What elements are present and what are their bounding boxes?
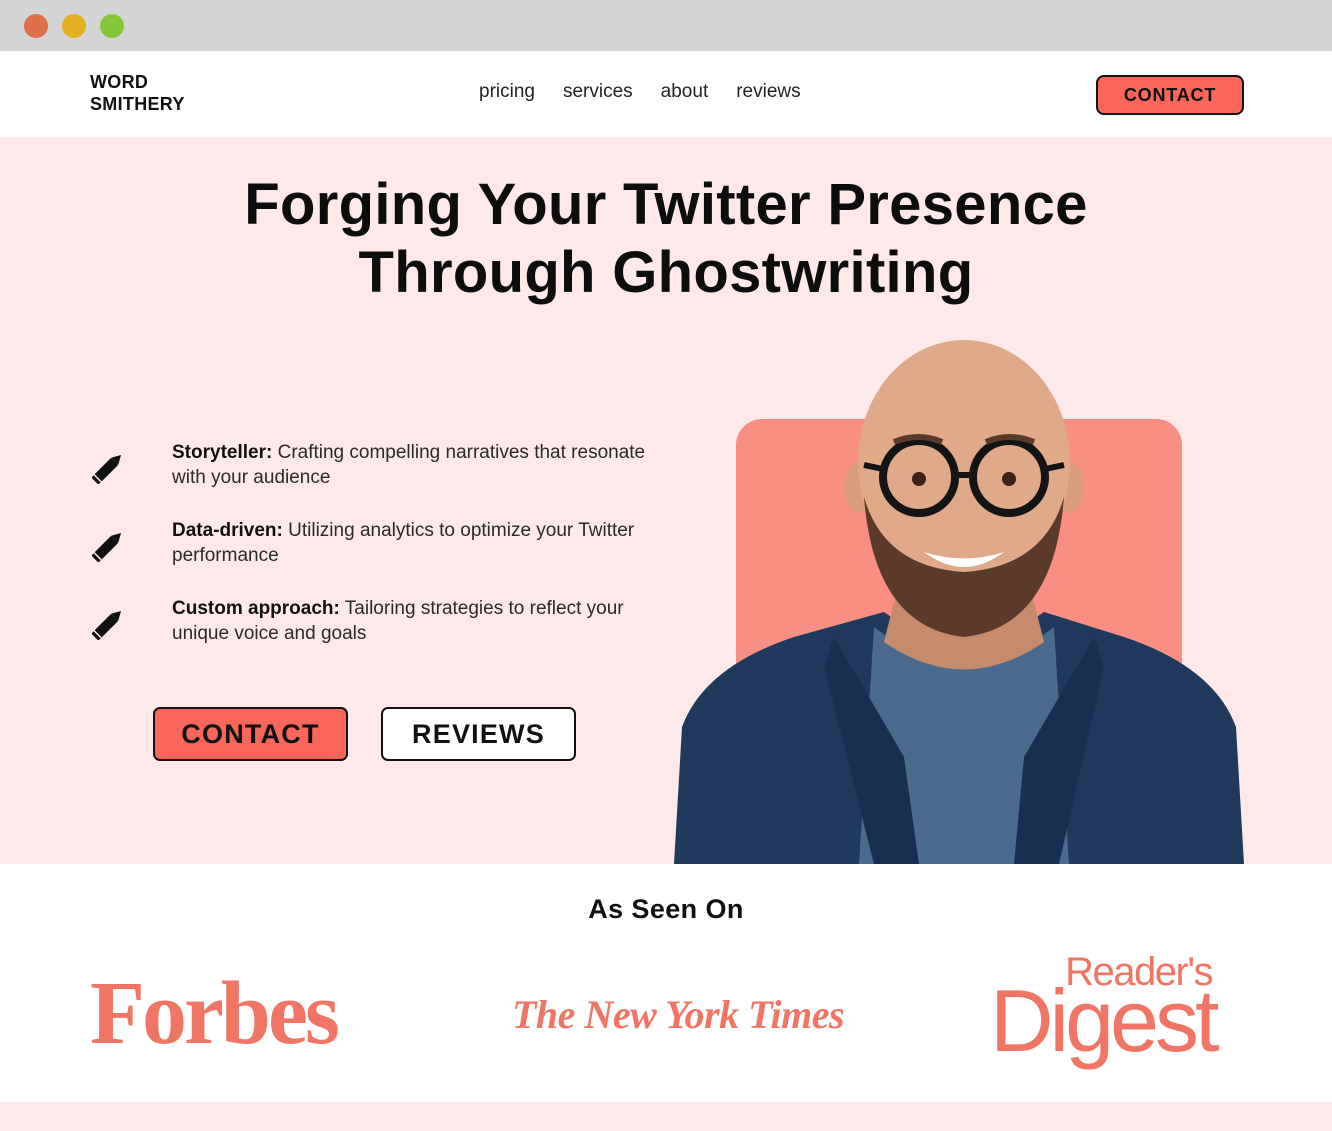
forbes-logo: Forbes [90,964,340,1063]
pencil-icon [91,532,122,563]
portrait-image [674,340,1244,864]
navbar: WORD SMITHERY pricing services about rev… [0,51,1332,137]
feature-item: Storyteller: Crafting compelling narrati… [88,440,678,518]
as-seen-on-title: As Seen On [588,894,744,924]
footer-strip [0,1102,1332,1131]
hero-section: Forging Your Twitter Presence Through Gh… [0,137,1332,864]
nav-link-pricing[interactable]: pricing [479,81,535,103]
main-nav: pricing services about reviews [479,81,801,103]
window-close-button[interactable] [24,14,48,38]
feature-text: Custom approach: Tailoring strategies to… [172,596,672,646]
window-minimize-button[interactable] [62,14,86,38]
nav-link-services[interactable]: services [563,81,633,103]
feature-title: Data-driven: [172,520,283,541]
logo-line-2: SMITHERY [90,94,185,114]
feature-item: Custom approach: Tailoring strategies to… [88,596,678,674]
hero-reviews-button[interactable]: REVIEWS [381,707,576,761]
feature-text: Data-driven: Utilizing analytics to opti… [172,518,672,568]
feature-title: Storyteller: [172,442,273,463]
hero-contact-button[interactable]: CONTACT [153,707,348,761]
feature-item: Data-driven: Utilizing analytics to opti… [88,518,678,596]
window-maximize-button[interactable] [100,14,124,38]
pencil-icon [91,454,122,485]
hero-title: Forging Your Twitter Presence Through Gh… [0,171,1332,307]
feature-text: Storyteller: Crafting compelling narrati… [172,440,672,490]
as-seen-on-section: As Seen On Forbes The New York Times Rea… [0,864,1332,1102]
logo-line-1: WORD [90,72,149,92]
nyt-logo: The New York Times [512,992,845,1037]
hero-title-line-2: Through Ghostwriting [358,240,974,305]
feature-list: Storyteller: Crafting compelling narrati… [88,440,678,674]
readers-digest-logo: Reader's Digest [990,949,1250,1079]
feature-title: Custom approach: [172,598,340,619]
site-logo[interactable]: WORD SMITHERY [90,71,185,115]
header-contact-button[interactable]: CONTACT [1096,75,1244,115]
nav-link-reviews[interactable]: reviews [736,81,800,103]
pencil-icon [91,610,122,641]
readers-digest-logo-bottom: Digest [990,971,1219,1070]
hero-title-line-1: Forging Your Twitter Presence [244,172,1088,237]
nav-link-about[interactable]: about [661,81,709,103]
browser-chrome [0,0,1332,51]
hero-buttons: CONTACT REVIEWS [153,707,576,761]
